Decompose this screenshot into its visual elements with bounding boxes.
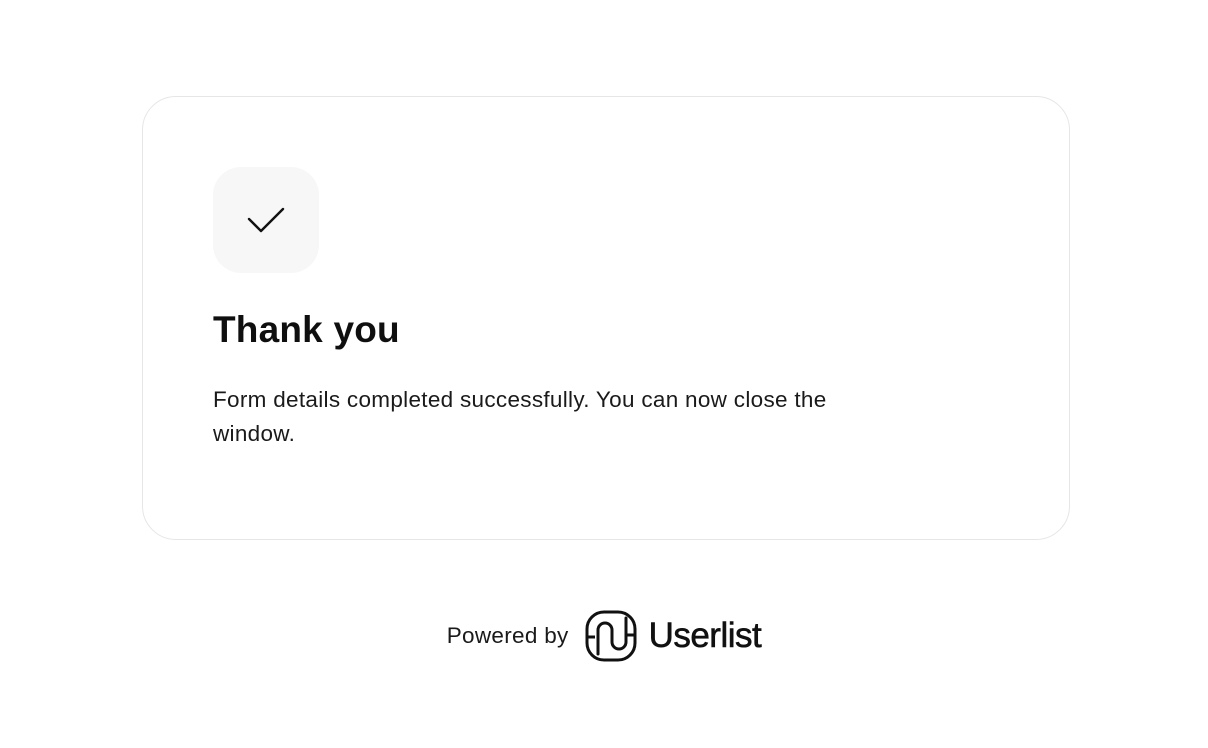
powered-by-footer[interactable]: Powered by Userlist xyxy=(0,608,1208,664)
page-title: Thank you xyxy=(213,309,400,350)
check-icon-tile xyxy=(213,167,319,273)
powered-by-label: Powered by xyxy=(446,623,569,648)
check-icon xyxy=(247,207,285,233)
brand-name: Userlist xyxy=(648,616,762,656)
userlist-logo-icon xyxy=(585,610,637,662)
confirmation-card: Thank you Form details completed success… xyxy=(142,96,1070,540)
confirmation-message: Form details completed successfully. You… xyxy=(213,387,827,446)
